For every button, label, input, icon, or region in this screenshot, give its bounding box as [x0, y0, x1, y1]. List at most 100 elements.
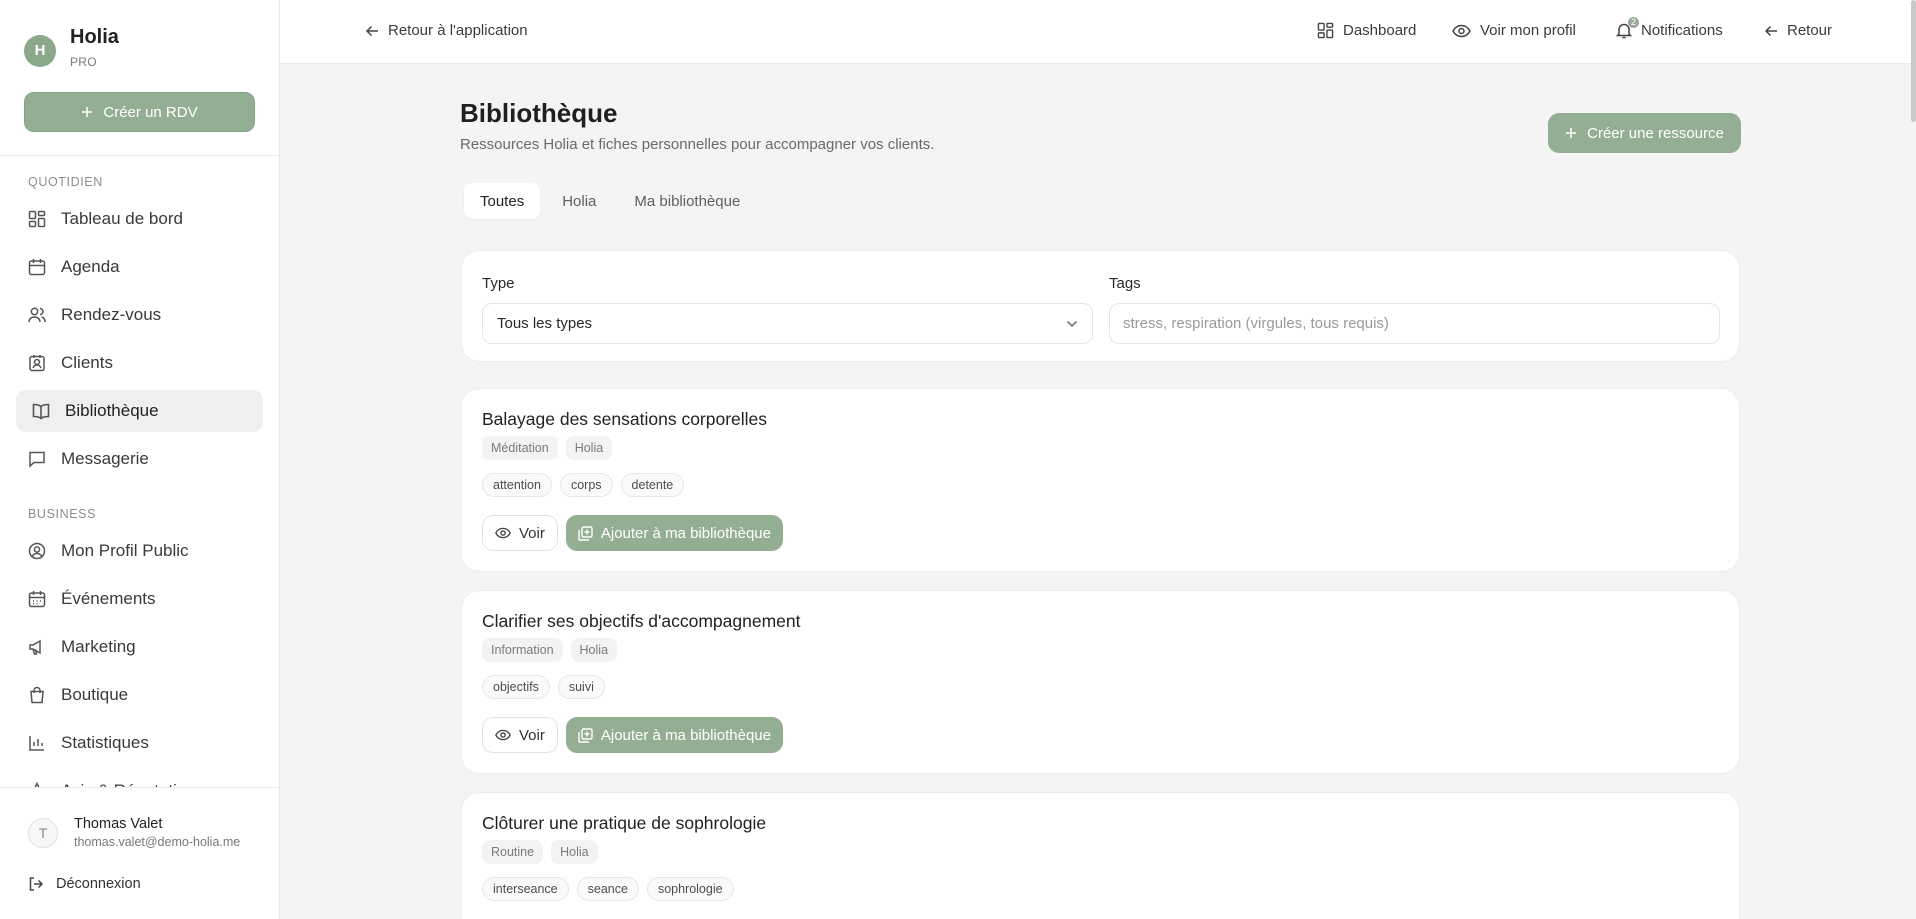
view-button[interactable]: Voir	[482, 515, 558, 551]
plus-icon	[81, 106, 93, 118]
brand-name: Holia	[70, 26, 119, 48]
message-icon	[28, 450, 46, 468]
sidebar-item-label: Rendez-vous	[61, 305, 162, 324]
users-icon	[28, 306, 46, 324]
tab-toutes[interactable]: Toutes	[464, 183, 541, 219]
back-to-app-link[interactable]: Retour à l'application	[365, 22, 528, 39]
contact-icon	[28, 354, 46, 372]
sidebar-item-label: Agenda	[61, 257, 120, 276]
tag-chip: seance	[576, 877, 639, 901]
tags-input[interactable]	[1109, 303, 1720, 344]
source-chip: Holia	[570, 638, 618, 662]
resource-actions: Voir Ajouter à ma bibliothèque	[482, 717, 783, 753]
sidebar-item-label: Marketing	[61, 637, 136, 656]
sidebar-item-boutique[interactable]: Boutique	[16, 674, 263, 716]
arrow-left-icon	[1764, 24, 1778, 38]
source-chip: Holia	[565, 436, 613, 460]
add-to-library-button[interactable]: Ajouter à ma bibliothèque	[565, 515, 783, 551]
topbar: Retour à l'application Dashboard Voir mo…	[280, 0, 1916, 64]
dashboard-icon	[28, 210, 46, 228]
type-select[interactable]: Tous les types	[482, 303, 1093, 344]
sidebar-item-label: Mon Profil Public	[61, 541, 189, 560]
sidebar-item-label: Statistiques	[61, 733, 149, 752]
resource-meta: Méditation Holia	[482, 436, 613, 460]
section-label-daily: QUOTIDIEN	[28, 175, 103, 189]
view-profile-label: Voir mon profil	[1480, 22, 1576, 39]
create-rdv-label: Créer un RDV	[103, 103, 198, 121]
type-filter-label: Type	[482, 275, 515, 292]
tag-chip: detente	[620, 473, 685, 497]
sidebar-footer: T Thomas Valet thomas.valet@demo-holia.m…	[0, 787, 279, 919]
add-to-library-button[interactable]: Ajouter à ma bibliothèque	[565, 717, 783, 753]
copy-icon	[578, 727, 593, 743]
tag-chip: corps	[559, 473, 613, 497]
sidebar: H Holia PRO Créer un RDV QUOTIDIEN Table…	[0, 0, 280, 919]
tab-ma-bibliotheque[interactable]: Ma bibliothèque	[618, 183, 756, 219]
calendar-icon	[28, 590, 46, 608]
sidebar-item-profil-public[interactable]: Mon Profil Public	[16, 530, 263, 572]
create-resource-label: Créer une ressource	[1587, 124, 1724, 142]
dashboard-icon	[1317, 22, 1334, 39]
sidebar-item-statistiques[interactable]: Statistiques	[16, 722, 263, 764]
sidebar-item-dashboard[interactable]: Tableau de bord	[16, 198, 263, 240]
resource-card: Clôturer une pratique de sophrologie Rou…	[461, 792, 1740, 919]
tag-chip: sophrologie	[646, 877, 734, 901]
view-button[interactable]: Voir	[482, 717, 558, 753]
dashboard-label: Dashboard	[1343, 22, 1417, 39]
resource-card: Clarifier ses objectifs d'accompagnement…	[461, 590, 1740, 774]
brand-avatar: H	[24, 34, 56, 67]
resource-title[interactable]: Balayage des sensations corporelles	[482, 409, 767, 430]
tag-chip: suivi	[557, 675, 605, 699]
megaphone-icon	[28, 638, 46, 656]
scrollbar[interactable]	[1911, 0, 1916, 122]
logout-label: Déconnexion	[56, 876, 141, 892]
user-email: thomas.valet@demo-holia.me	[74, 835, 241, 849]
calendar-icon	[28, 258, 46, 276]
create-rdv-button[interactable]: Créer un RDV	[24, 92, 255, 132]
add-label: Ajouter à ma bibliothèque	[600, 524, 771, 542]
profile-icon	[28, 542, 46, 560]
back-link[interactable]: Retour	[1764, 22, 1832, 39]
resource-title[interactable]: Clarifier ses objectifs d'accompagnement	[482, 611, 801, 632]
filters-card: Type Tous les types Tags	[461, 250, 1740, 362]
chevron-down-icon	[1066, 320, 1078, 328]
sidebar-item-label: Tableau de bord	[61, 209, 183, 228]
sidebar-item-label: Événements	[61, 589, 156, 608]
sidebar-item-evenements[interactable]: Événements	[16, 578, 263, 620]
tag-chip: interseance	[482, 877, 569, 901]
eye-icon	[1452, 24, 1471, 38]
resource-tags: attention corps detente	[482, 473, 685, 497]
resource-actions: Voir Ajouter à ma bibliothèque	[482, 515, 783, 551]
tab-holia[interactable]: Holia	[546, 183, 612, 219]
user-card[interactable]: T Thomas Valet thomas.valet@demo-holia.m…	[28, 816, 240, 849]
sidebar-item-clients[interactable]: Clients	[16, 342, 263, 384]
create-resource-button[interactable]: Créer une ressource	[1548, 113, 1741, 153]
notifications-link[interactable]: 2 Notifications	[1616, 17, 1723, 39]
plus-icon	[1565, 127, 1577, 139]
view-label: Voir	[519, 524, 545, 542]
page-title: Bibliothèque	[460, 98, 618, 128]
resource-title[interactable]: Clôturer une pratique de sophrologie	[482, 813, 766, 834]
sidebar-item-rendez-vous[interactable]: Rendez-vous	[16, 294, 263, 336]
tag-chip: objectifs	[482, 675, 550, 699]
logout-button[interactable]: Déconnexion	[28, 876, 141, 892]
resource-card: Balayage des sensations corporelles Médi…	[461, 388, 1740, 572]
resource-tags: objectifs suivi	[482, 675, 605, 699]
source-chip: Holia	[551, 840, 598, 864]
view-label: Voir	[519, 726, 545, 744]
sidebar-item-label: Messagerie	[61, 449, 149, 468]
sidebar-item-marketing[interactable]: Marketing	[16, 626, 263, 668]
tags-filter-label: Tags	[1109, 275, 1141, 292]
sidebar-item-messagerie[interactable]: Messagerie	[16, 438, 263, 480]
chart-icon	[28, 734, 46, 752]
bell-icon: 2	[1616, 17, 1640, 39]
sidebar-item-agenda[interactable]: Agenda	[16, 246, 263, 288]
view-profile-link[interactable]: Voir mon profil	[1452, 22, 1576, 39]
type-chip: Information	[482, 638, 563, 662]
brand[interactable]: H Holia PRO	[24, 26, 119, 69]
tag-chip: attention	[482, 473, 552, 497]
avatar: T	[28, 817, 58, 848]
sidebar-item-label: Boutique	[61, 685, 129, 704]
dashboard-link[interactable]: Dashboard	[1317, 22, 1416, 39]
sidebar-item-bibliotheque[interactable]: Bibliothèque	[16, 390, 263, 432]
